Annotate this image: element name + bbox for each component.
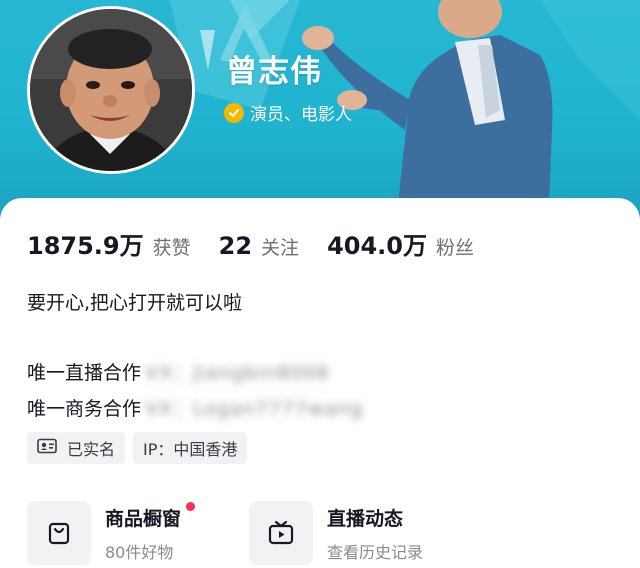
stat-following[interactable]: 22 关注 [219, 232, 299, 260]
contact-live: 唯一直播合作 VX：Jiangbin8008 [27, 358, 329, 385]
tag-real-name[interactable]: 已实名 [27, 432, 126, 464]
profile-tags: 已实名 IP：中国香港 [27, 432, 255, 464]
bio-text: 要开心,把心打开就可以啦 [27, 292, 243, 314]
shopping-bag-icon [27, 501, 91, 565]
profile-name: 曾志伟 [226, 54, 322, 90]
entry-shop-window[interactable]: 商品橱窗 80件好物 [27, 498, 249, 568]
stat-likes[interactable]: 1875.9万 获赞 [27, 226, 191, 261]
entry-live-title: 直播动态 [327, 507, 404, 530]
tag-ip-location: IP：中国香港 [133, 432, 248, 464]
stat-followers[interactable]: 404.0万 粉丝 [327, 226, 474, 261]
stat-likes-value: 1875.9万 [27, 232, 144, 260]
feature-entries: 商品橱窗 80件好物 直播动态 查看历史记录 [27, 498, 471, 568]
stat-following-label: 关注 [261, 237, 300, 259]
tag-real-name-label: 已实名 [67, 440, 116, 459]
tag-ip-label: IP：中国香港 [143, 440, 238, 459]
notification-dot [186, 501, 196, 511]
stat-followers-label: 粉丝 [435, 237, 474, 259]
avatar[interactable] [27, 6, 195, 174]
tv-play-icon [249, 501, 313, 565]
entry-live-subtitle: 查看历史记录 [327, 542, 424, 562]
stat-followers-value: 404.0万 [327, 232, 427, 260]
stats-row: 1875.9万 获赞 22 关注 404.0万 粉丝 [27, 226, 502, 261]
profile-banner: 曾志伟 演员、电影人 [0, 0, 640, 230]
contact-live-prefix: 唯一直播合作 [27, 362, 142, 384]
entry-shop-title: 商品橱窗 [105, 501, 196, 531]
entry-shop-subtitle: 80件好物 [105, 542, 174, 562]
contact-business: 唯一商务合作 VX：Logan7777wang [27, 394, 363, 421]
stat-likes-label: 获赞 [152, 237, 191, 259]
avatar-image [30, 9, 192, 171]
verification-info: 演员、电影人 [224, 100, 352, 125]
verified-check-icon [224, 102, 244, 123]
contact-business-prefix: 唯一商务合作 [27, 398, 142, 420]
contact-business-value: VX：Logan7777wang [145, 398, 364, 420]
contact-live-value: VX：Jiangbin8008 [145, 362, 330, 384]
stat-following-value: 22 [218, 232, 253, 260]
id-card-icon [37, 438, 57, 458]
profile-card: 1875.9万 获赞 22 关注 404.0万 粉丝 要开心,把心打开就可以啦 … [0, 198, 640, 568]
entry-live-history[interactable]: 直播动态 查看历史记录 [249, 498, 471, 568]
verification-text: 演员、电影人 [250, 105, 352, 125]
